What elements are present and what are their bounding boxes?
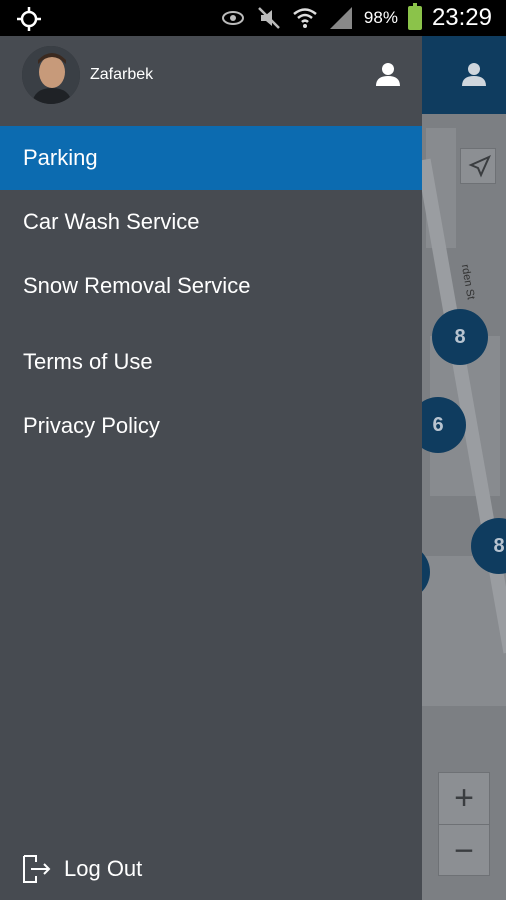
profile-icon[interactable]: [460, 60, 488, 88]
navigation-drawer: Zafarbek Parking Car Wash Service Snow R…: [0, 36, 422, 900]
wifi-icon: [293, 8, 317, 28]
navigation-arrow-icon: [468, 155, 491, 178]
zoom-in-button[interactable]: +: [439, 773, 489, 825]
clock: 23:29: [431, 4, 492, 31]
avatar[interactable]: [22, 46, 80, 104]
logout-label: Log Out: [64, 856, 143, 881]
menu-item-terms-of-use[interactable]: Terms of Use: [0, 330, 422, 394]
gps-icon: [17, 7, 41, 31]
signal-icon: [329, 7, 352, 29]
drawer-header: Zafarbek: [0, 36, 422, 126]
menu-divider: [0, 318, 422, 330]
menu-item-privacy-policy[interactable]: Privacy Policy: [0, 394, 422, 458]
battery-icon: [407, 3, 422, 30]
parking-marker[interactable]: 8: [432, 309, 488, 365]
status-bar: 98% 23:29: [0, 0, 506, 36]
battery-percentage: 98%: [363, 8, 398, 27]
avatar-image: [22, 46, 80, 104]
menu-item-snow-removal[interactable]: Snow Removal Service: [0, 254, 422, 318]
zoom-controls: + −: [438, 772, 490, 876]
menu-item-car-wash[interactable]: Car Wash Service: [0, 190, 422, 254]
mute-icon: [258, 7, 280, 29]
username: Zafarbek: [90, 66, 154, 83]
eye-icon: [221, 11, 244, 25]
logout-icon: [23, 855, 51, 883]
profile-icon[interactable]: [374, 60, 402, 88]
drawer-menu: Parking Car Wash Service Snow Removal Se…: [0, 126, 422, 458]
locate-button[interactable]: [460, 148, 496, 184]
map-header: [422, 36, 506, 114]
zoom-out-button[interactable]: −: [439, 825, 489, 877]
logout-button[interactable]: Log Out: [20, 848, 142, 890]
street-label: rden St: [458, 263, 477, 301]
menu-item-parking[interactable]: Parking: [0, 126, 422, 190]
map-view[interactable]: rden St 8 6 8 + −: [422, 36, 506, 900]
